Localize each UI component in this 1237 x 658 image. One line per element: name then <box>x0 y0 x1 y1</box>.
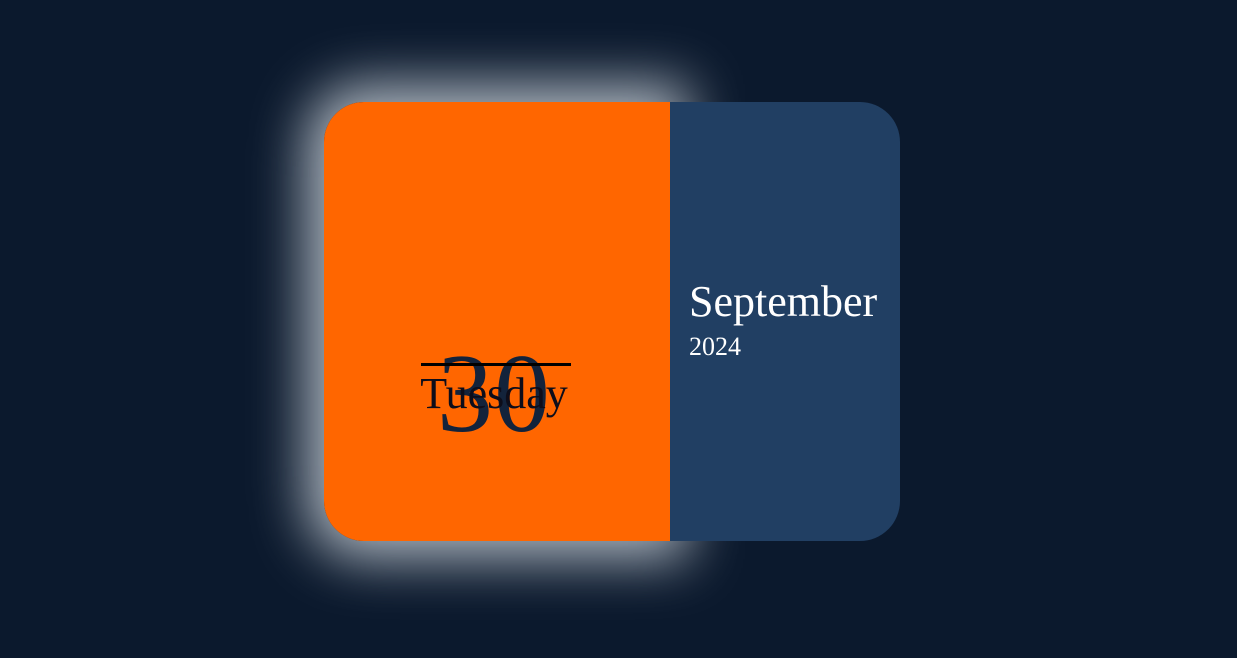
year-label: 2024 <box>689 332 741 361</box>
page-stage: 30 Tuesday September 2024 <box>0 0 1237 658</box>
day-panel: 30 Tuesday <box>324 102 670 541</box>
day-divider <box>421 363 571 366</box>
month-label: September <box>689 277 878 326</box>
weekday-label: Tuesday <box>420 369 568 418</box>
calendar-card: 30 Tuesday September 2024 <box>324 102 900 541</box>
month-panel: September 2024 <box>670 102 900 541</box>
